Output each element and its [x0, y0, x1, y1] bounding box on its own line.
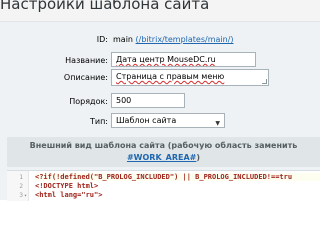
code-line[interactable]: <!DOCTYPE html> — [35, 182, 98, 190]
code-line[interactable]: <html lang="ru"> — [35, 191, 102, 199]
template-path-link[interactable]: (/bitrix/templates/main/) — [136, 35, 234, 44]
line-number: 3 — [19, 192, 23, 199]
template-appearance-header: Внешний вид шаблона сайта (рабочую облас… — [7, 137, 320, 167]
chevron-down-icon[interactable]: ▼ — [215, 117, 220, 127]
id-line: main (/bitrix/templates/main/) — [113, 35, 234, 44]
work-area-macro-link[interactable]: #WORK_AREA# — [127, 153, 196, 162]
type-label: Тип: — [89, 117, 108, 126]
resize-grip-icon[interactable] — [262, 79, 267, 84]
title-bar: Настройки шаблона сайта — [0, 0, 320, 22]
description-label: Описание: — [63, 73, 108, 82]
code-line[interactable]: <?if(!defined("B_PROLOG_INCLUDED") || B_… — [35, 173, 320, 181]
code-editor[interactable]: 1 2 3 ▾ <?if(!defined("B_PROLOG_INCLUDED… — [7, 170, 320, 201]
description-textarea-value: Страница с правым меню — [116, 72, 225, 81]
id-label: ID: — [96, 35, 108, 44]
fold-arrow-icon[interactable]: ▾ — [24, 193, 27, 199]
description-textarea[interactable]: Страница с правым меню — [111, 69, 269, 86]
page-title: Настройки шаблона сайта — [0, 0, 210, 13]
line-number: 1 — [19, 174, 23, 181]
order-label: Порядок: — [69, 97, 108, 106]
type-select[interactable]: Шаблон сайта ▼ — [111, 113, 225, 128]
name-label: Название: — [65, 56, 108, 65]
line-number-gutter: 1 2 3 ▾ — [7, 171, 29, 201]
line-number: 2 — [19, 183, 23, 190]
name-field-value: Дата центр MouseDC.ru — [116, 55, 216, 64]
section-header-line1: Внешний вид шаблона сайта (рабочую облас… — [29, 141, 298, 150]
id-value: main — [113, 35, 133, 44]
name-field[interactable]: Дата центр MouseDC.ru — [111, 52, 256, 67]
section-header-line2: #WORK_AREA#) — [126, 153, 201, 162]
type-select-value: Шаблон сайта — [116, 116, 177, 125]
order-field[interactable]: 500 — [111, 93, 185, 108]
order-field-value: 500 — [116, 96, 132, 105]
